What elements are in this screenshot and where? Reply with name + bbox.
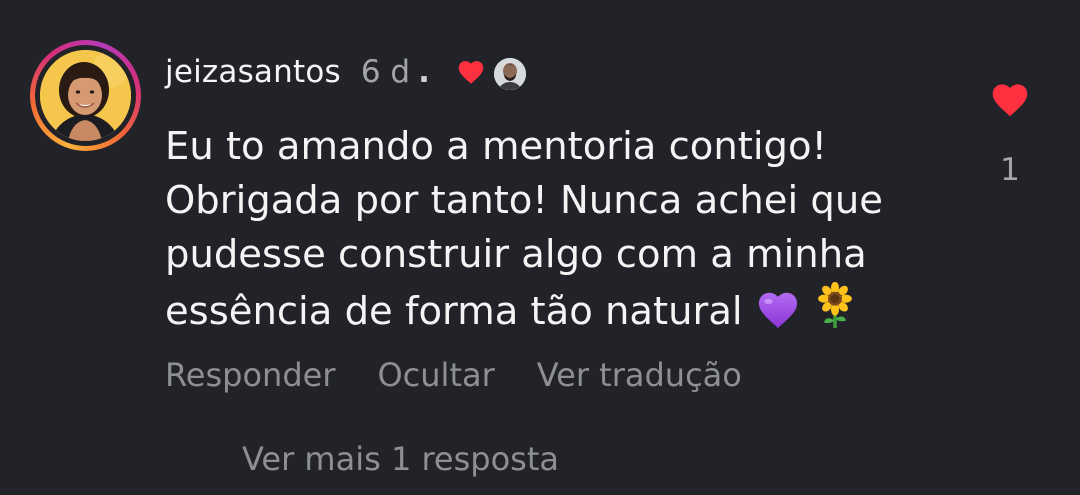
separator-dot: . (418, 54, 430, 90)
comment-line: Eu to amando a mentoria contigo! (165, 124, 827, 169)
like-count: 1 (1000, 152, 1020, 188)
comment-header: jeizasantos 6 d . (165, 50, 528, 94)
comment-line: Obrigada por tanto! Nunca achei que (165, 178, 883, 223)
comment-line-text: essência de forma tão natural (165, 289, 743, 334)
heart-small-icon (458, 61, 484, 84)
purple-heart-emoji-icon (755, 288, 801, 345)
comment-time: 6 d (360, 54, 411, 90)
reply-button[interactable]: Responder (165, 356, 335, 394)
avatar-image (40, 50, 131, 141)
like-column: 1 (985, 80, 1035, 188)
comment-line-last: essência de forma tão natural (165, 281, 945, 345)
user-avatar[interactable] (30, 40, 141, 151)
liked-by-author-indicator (456, 54, 528, 92)
comment-line: pudesse construir algo com a minha (165, 232, 867, 277)
view-more-replies-button[interactable]: Ver mais 1 resposta (242, 440, 559, 478)
comment-text: Eu to amando a mentoria contigo! Obrigada… (165, 120, 945, 345)
translate-button[interactable]: Ver tradução (537, 356, 742, 394)
username[interactable]: jeizasantos (165, 54, 341, 90)
comment-item: jeizasantos 6 d . Eu to amando a mentori… (0, 0, 1080, 495)
sunflower-emoji-icon (813, 281, 857, 345)
heart-like-icon[interactable] (989, 80, 1031, 118)
hide-button[interactable]: Ocultar (377, 356, 494, 394)
comment-actions: Responder Ocultar Ver tradução (165, 356, 784, 394)
author-avatar (491, 56, 528, 92)
